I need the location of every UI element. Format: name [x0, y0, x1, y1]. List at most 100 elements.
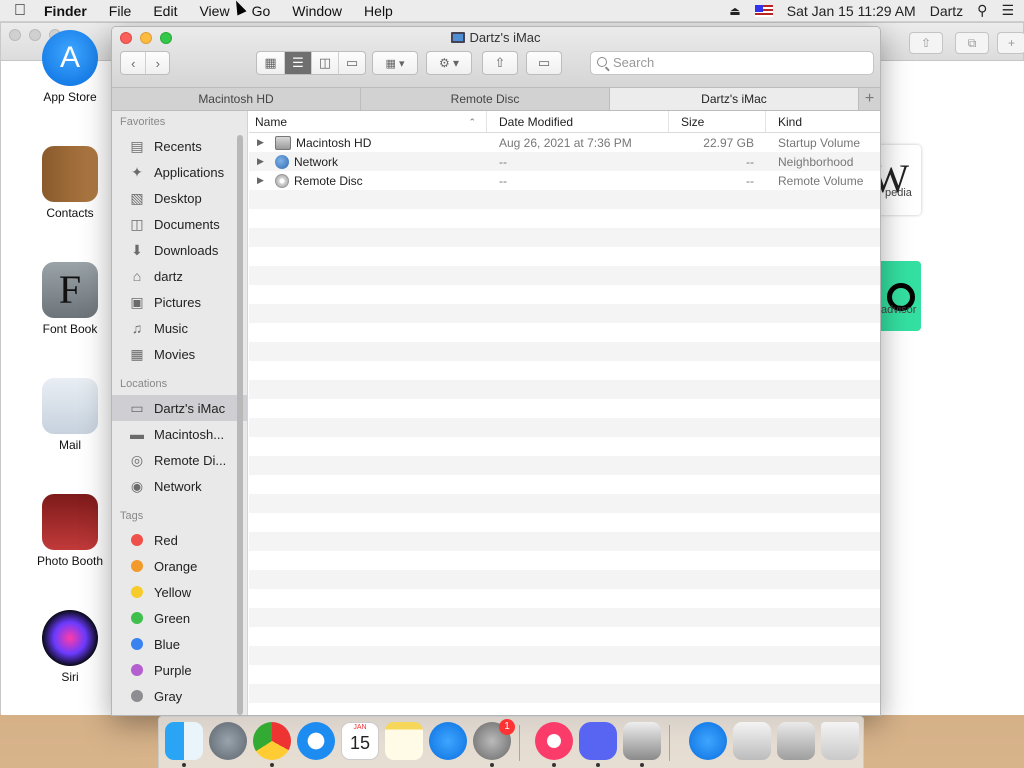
table-row[interactable]: ▶ Network -- -- Neighborhood: [249, 152, 880, 171]
sidebar-item-downloads[interactable]: ⬇ Downloads: [112, 237, 247, 263]
sidebar-item-applications[interactable]: ✦ Applications: [112, 159, 247, 185]
sidebar-item-home[interactable]: ⌂ dartz: [112, 263, 247, 289]
chrome-icon[interactable]: [253, 722, 291, 760]
screenshot-icon[interactable]: [777, 722, 815, 760]
sidebar-item-network[interactable]: ◉ Network: [112, 473, 247, 499]
preview-icon[interactable]: [733, 722, 771, 760]
sidebar-item-macintosh-hd[interactable]: ▬ Macintosh...: [112, 421, 247, 447]
recents-icon: ▤: [130, 137, 144, 154]
app-store-icon[interactable]: [429, 722, 467, 760]
sidebar-tag-orange[interactable]: Orange: [112, 553, 247, 579]
apple-menu-icon[interactable]: : [0, 2, 40, 20]
sidebar-item-label: Blue: [154, 636, 181, 652]
eject-icon[interactable]: ⏏: [729, 4, 740, 18]
menu-edit[interactable]: Edit: [142, 3, 188, 19]
desktop-icon-siri[interactable]: Siri: [20, 610, 120, 684]
tab-remote-disc[interactable]: Remote Disc: [361, 88, 610, 110]
column-header-date-modified[interactable]: Date Modified: [487, 111, 669, 132]
menu-window[interactable]: Window: [281, 3, 353, 19]
menubar-user[interactable]: Dartz: [930, 3, 963, 19]
trash-icon[interactable]: [821, 722, 859, 760]
archive-utility-icon[interactable]: [623, 722, 661, 760]
row-kind: Remote Volume: [778, 173, 864, 188]
tab-macintosh-hd[interactable]: Macintosh HD: [112, 88, 361, 110]
disclosure-triangle-icon[interactable]: ▶: [257, 156, 271, 167]
column-header-kind[interactable]: Kind: [766, 111, 880, 132]
sidebar-tag-blue[interactable]: Blue: [112, 631, 247, 657]
sidebar-item-documents[interactable]: ◫ Documents: [112, 211, 247, 237]
table-row[interactable]: ▶ Macintosh HD Aug 26, 2021 at 7:36 PM 22…: [249, 133, 880, 152]
tag-yellow-dot-icon: [131, 586, 143, 598]
sidebar-item-remote-disc[interactable]: ◎ Remote Di...: [112, 447, 247, 473]
navigation-buttons: ‹ ›: [120, 51, 170, 75]
sidebar-item-dartzs-imac[interactable]: ▭ Dartz's iMac: [112, 395, 247, 421]
sidebar-item-music[interactable]: ♫ Music: [112, 315, 247, 341]
calendar-icon[interactable]: JAN 15: [341, 722, 379, 760]
sidebar-item-recents[interactable]: ▤ Recents: [112, 133, 247, 159]
running-indicator: [596, 763, 600, 767]
new-tab-button[interactable]: +: [859, 88, 880, 110]
menu-file[interactable]: File: [98, 3, 143, 19]
sidebar-tag-gray[interactable]: Gray: [112, 683, 247, 709]
forward-button[interactable]: ›: [145, 52, 169, 74]
notification-center-icon[interactable]: ☰: [1001, 2, 1014, 19]
sidebar-tag-yellow[interactable]: Yellow: [112, 579, 247, 605]
column-view-icon[interactable]: ◫: [311, 52, 338, 74]
list-view-icon[interactable]: ☰: [284, 52, 311, 74]
group-by-button[interactable]: ▦ ▾: [372, 51, 418, 75]
share-button[interactable]: ⇧: [482, 51, 518, 75]
sidebar-tag-green[interactable]: Green: [112, 605, 247, 631]
new-tab-icon[interactable]: +: [997, 32, 1024, 54]
desktop-icon-mail[interactable]: Mail: [20, 378, 120, 452]
sidebar-tag-red[interactable]: Red: [112, 527, 247, 553]
back-button[interactable]: ‹: [121, 52, 145, 74]
desktop-icon-photo-booth[interactable]: Photo Booth: [20, 494, 120, 568]
sidebar-scrollbar[interactable]: [237, 135, 243, 715]
column-header-size[interactable]: Size: [669, 111, 766, 132]
menubar-clock[interactable]: Sat Jan 15 11:29 AM: [787, 3, 916, 19]
sidebar-item-desktop[interactable]: ▧ Desktop: [112, 185, 247, 211]
disclosure-triangle-icon[interactable]: ▶: [257, 175, 271, 186]
search-field[interactable]: Search: [590, 51, 874, 75]
notes-icon[interactable]: [385, 722, 423, 760]
calendar-month: JAN: [353, 724, 367, 731]
menu-go[interactable]: Go: [241, 3, 282, 19]
icon-view-icon[interactable]: ▦: [257, 52, 284, 74]
finder-tab-bar: Macintosh HD Remote Disc Dartz's iMac +: [112, 87, 880, 111]
app-menu-finder[interactable]: Finder: [40, 3, 98, 19]
sidebar-item-pictures[interactable]: ▣ Pictures: [112, 289, 247, 315]
sidebar-item-movies[interactable]: ▦ Movies: [112, 341, 247, 367]
desktop-icon-app-store[interactable]: A App Store: [20, 30, 120, 104]
discord-icon[interactable]: [579, 722, 617, 760]
column-header-name[interactable]: Name ⌃: [249, 111, 487, 132]
safari-icon[interactable]: [297, 722, 335, 760]
downloads-icon: ⬇: [131, 241, 143, 258]
finder-icon[interactable]: [165, 722, 203, 760]
desktop-icon-contacts[interactable]: Contacts: [20, 146, 120, 220]
sidebar-tag-purple[interactable]: Purple: [112, 657, 247, 683]
spotlight-search-icon[interactable]: ⚲: [977, 2, 987, 19]
desktop-icon-label: Contacts: [46, 206, 94, 220]
row-date-modified: Aug 26, 2021 at 7:36 PM: [499, 135, 632, 150]
launchpad-icon[interactable]: [209, 722, 247, 760]
tag-blue-dot-icon: [131, 638, 143, 650]
tabs-overview-icon[interactable]: ⧉: [955, 32, 989, 54]
documents-icon: ◫: [130, 215, 144, 232]
tab-dartzs-imac[interactable]: Dartz's iMac: [610, 88, 859, 110]
music-icon[interactable]: [535, 722, 573, 760]
app-store-downloads-icon[interactable]: [689, 722, 727, 760]
share-icon[interactable]: ⇧: [909, 32, 943, 54]
input-source-flag-icon[interactable]: [754, 4, 773, 17]
menu-help[interactable]: Help: [353, 3, 404, 19]
row-name: Network: [294, 154, 339, 169]
search-icon: [597, 57, 607, 67]
disclosure-triangle-icon[interactable]: ▶: [257, 137, 271, 148]
edit-tags-button[interactable]: ▭: [526, 51, 562, 75]
desktop-icon-font-book[interactable]: F Font Book: [20, 262, 120, 336]
system-preferences-icon[interactable]: 1: [473, 719, 515, 760]
action-menu-button[interactable]: ⚙ ▾: [426, 51, 472, 75]
gallery-view-icon[interactable]: ▭: [338, 52, 365, 74]
row-date-modified: --: [499, 173, 507, 188]
disc-icon: ◎: [130, 451, 144, 468]
table-row[interactable]: ▶ Remote Disc -- -- Remote Volume: [249, 171, 880, 190]
